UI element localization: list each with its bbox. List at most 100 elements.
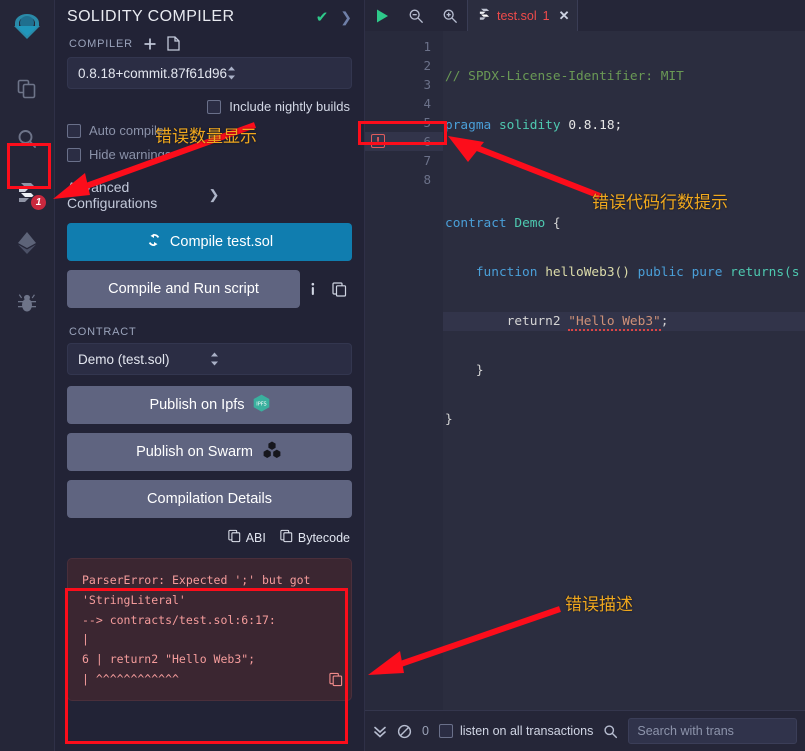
auto-compile-checkbox[interactable]: [67, 123, 81, 138]
listen-transactions-row[interactable]: listen on all transactions: [438, 724, 593, 738]
publish-ipfs-button[interactable]: Publish on Ipfs IPFS: [67, 386, 352, 424]
code-token-number: 0.8.18;: [568, 118, 623, 133]
compiler-version-value: 0.8.18+commit.87f61d96: [78, 65, 227, 81]
copy-error-icon[interactable]: [329, 672, 343, 694]
search-icon[interactable]: [4, 116, 50, 162]
line-number-error-row: ! 6: [365, 132, 443, 151]
code-token-brace: {: [552, 216, 561, 231]
terminal-count: 0: [422, 724, 429, 738]
chevron-right-icon: ❯: [208, 187, 220, 202]
code-token-brace: }: [475, 363, 484, 378]
code-token-name: Demo: [514, 216, 546, 231]
line-number: 1: [423, 39, 431, 54]
contract-select[interactable]: Demo (test.sol): [67, 343, 352, 375]
copy-icon[interactable]: [326, 281, 352, 297]
close-icon[interactable]: ✕: [559, 8, 570, 24]
chevron-right-icon[interactable]: ❯: [340, 9, 352, 26]
solidity-file-icon: [478, 7, 491, 25]
chevron-updown-icon: [210, 352, 342, 366]
line-number: 3: [423, 77, 431, 92]
code-token-modifier: public pure: [637, 265, 723, 280]
bytecode-label: Bytecode: [297, 530, 350, 545]
copy-abi-button[interactable]: ABI: [228, 529, 266, 546]
auto-compile-label: Auto compile: [89, 123, 165, 138]
copy-icon: [280, 529, 293, 546]
include-nightly-row[interactable]: Include nightly builds: [67, 99, 352, 114]
compile-and-run-script-button[interactable]: Compile and Run script: [67, 270, 300, 308]
code-line: }: [443, 410, 805, 429]
advanced-configurations-label: Advanced Configurations: [67, 179, 158, 211]
code-line: contract Demo {: [443, 214, 805, 233]
error-line: --> contracts/test.sol:6:17:: [82, 612, 276, 627]
compile-button[interactable]: Compile test.sol: [67, 223, 352, 261]
compilation-details-label: Compilation Details: [147, 491, 272, 507]
debugger-icon[interactable]: [4, 280, 50, 326]
play-icon[interactable]: [365, 0, 399, 31]
annotation-error-line: 错误代码行数提示: [592, 193, 728, 213]
line-number: 5: [423, 115, 431, 130]
copy-icon: [228, 529, 241, 546]
compiler-version-select[interactable]: 0.8.18+commit.87f61d96: [67, 57, 352, 89]
line-number: 7: [423, 153, 431, 168]
code-token-brace: }: [445, 412, 453, 427]
error-line: |: [82, 632, 89, 647]
tab-error-count: 1: [542, 8, 550, 23]
publish-swarm-label: Publish on Swarm: [136, 444, 253, 460]
left-icon-bar: 1: [0, 0, 55, 751]
hide-warnings-row[interactable]: Hide warnings: [67, 147, 352, 162]
compilation-details-button[interactable]: Compilation Details: [67, 480, 352, 518]
code-token-keyword: contract: [445, 216, 507, 231]
terminal-search-input[interactable]: Search with trans: [628, 718, 797, 744]
code-token-name: solidity: [498, 118, 561, 133]
line-number: 6: [423, 134, 431, 149]
compiler-label: COMPILER: [69, 37, 133, 50]
code-line-error: return2 "Hello Web3";: [443, 312, 805, 331]
zoom-out-icon[interactable]: [399, 0, 433, 31]
compile-and-run-row: Compile and Run script: [67, 270, 352, 308]
code-token-keyword: pragma: [445, 118, 492, 133]
check-icon: ✔: [315, 9, 329, 26]
code-token-statement: return2: [506, 314, 561, 329]
editor-column: test.sol 1 ✕ 1 2 3 4 5 ! 6 7 8 // SPDX-L…: [365, 0, 805, 751]
terminal-bar: 0 listen on all transactions Search with…: [365, 710, 805, 751]
code-token-comment: // SPDX-License-Identifier: MIT: [445, 69, 684, 84]
publish-swarm-button[interactable]: Publish on Swarm: [67, 433, 352, 471]
tab-filename: test.sol: [497, 8, 537, 23]
advanced-configurations-toggle[interactable]: Advanced Configurations ❯: [67, 165, 352, 223]
svg-text:IPFS: IPFS: [256, 402, 266, 408]
code-line: // SPDX-License-Identifier: MIT: [443, 67, 805, 86]
zoom-in-icon[interactable]: [433, 0, 467, 31]
hide-warnings-checkbox[interactable]: [67, 147, 81, 162]
error-line: | ^^^^^^^^^^^^: [82, 671, 179, 686]
plus-icon[interactable]: [143, 37, 157, 51]
listen-transactions-checkbox[interactable]: [438, 724, 453, 738]
code-token-returns: returns(s: [730, 265, 800, 280]
deploy-run-icon[interactable]: [4, 220, 50, 266]
file-explorer-icon[interactable]: [4, 66, 50, 112]
panel-header: SOLIDITY COMPILER ✔ ❯: [67, 0, 352, 30]
error-line: 'StringLiteral': [82, 592, 186, 607]
code-token-semicolon: ;: [660, 314, 669, 329]
page-title: SOLIDITY COMPILER: [67, 8, 235, 25]
document-icon[interactable]: [167, 36, 180, 51]
ban-icon[interactable]: [397, 724, 412, 739]
solidity-compiler-icon[interactable]: 1: [4, 170, 50, 216]
compiler-error-badge: 1: [30, 194, 47, 211]
compiler-subheader: COMPILER: [67, 30, 352, 57]
remix-logo-icon[interactable]: [4, 6, 50, 52]
error-marker-icon[interactable]: !: [371, 134, 385, 148]
code-line: }: [443, 361, 805, 380]
publish-ipfs-label: Publish on Ipfs: [149, 397, 245, 413]
hide-warnings-label: Hide warnings: [89, 147, 172, 162]
ipfs-icon: IPFS: [253, 394, 270, 416]
info-icon[interactable]: [300, 282, 326, 297]
copy-bytecode-button[interactable]: Bytecode: [280, 529, 350, 546]
code-token-function: helloWeb3(): [545, 265, 630, 280]
search-icon[interactable]: [603, 724, 618, 739]
chevrons-down-icon[interactable]: [373, 724, 387, 738]
editor-toolbar: test.sol 1 ✕: [365, 0, 805, 31]
editor-tab-test-sol[interactable]: test.sol 1 ✕: [467, 0, 579, 31]
solidity-compiler-panel: SOLIDITY COMPILER ✔ ❯ COMPILER 0.8.18+co…: [55, 0, 365, 751]
include-nightly-checkbox[interactable]: [207, 99, 222, 114]
swarm-icon: [261, 441, 283, 463]
